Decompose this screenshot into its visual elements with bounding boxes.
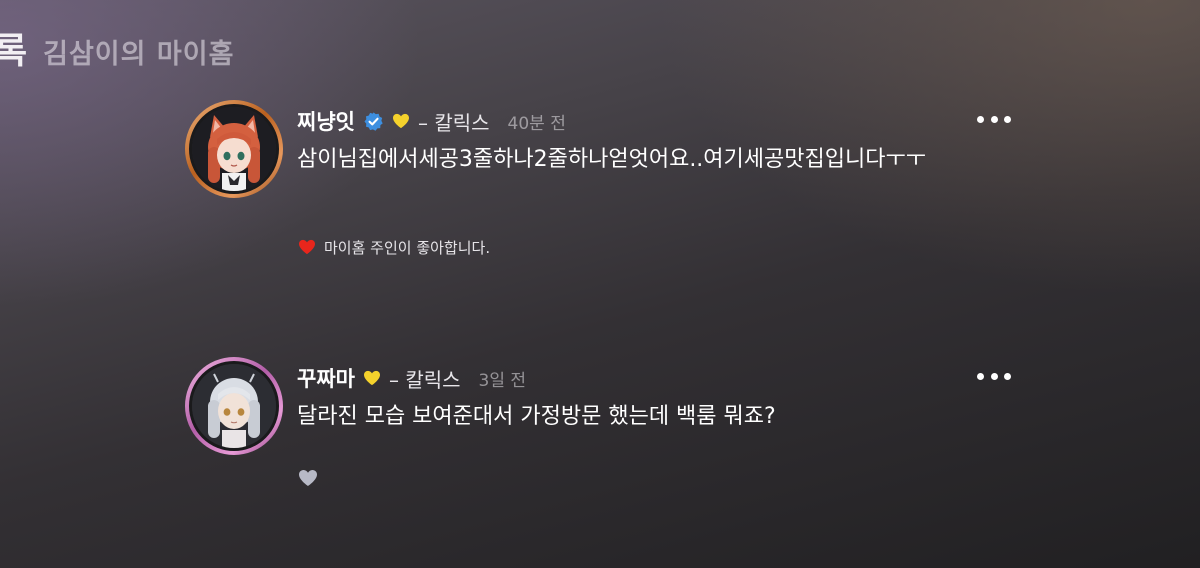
yellow-heart-icon xyxy=(363,370,381,386)
avatar-silver-hair-icon xyxy=(192,364,276,448)
comment-text: 삼이님집에서세공3줄하나2줄하나얻엇어요..여기세공맛집입니다ㅜㅜ xyxy=(297,147,926,172)
comment-time: 40분 전 xyxy=(507,113,566,134)
comment-meta: 꾸짜마 – 칼릭스 3일 전 xyxy=(297,363,526,393)
page-header: 록 김삼이의 마이홈 xyxy=(0,22,234,72)
comment-time: 3일 전 xyxy=(478,370,527,391)
liked-by-owner: 마이홈 주인이 좋아합니다. xyxy=(298,236,490,258)
comment-meta: 찌냥잇 – 칼릭스 40분 전 xyxy=(297,106,566,136)
comment-rank: – 칼릭스 xyxy=(417,110,490,135)
liked-label: 마이홈 주인이 좋아합니다. xyxy=(324,238,491,257)
more-dots-icon xyxy=(977,115,984,123)
more-options-button[interactable] xyxy=(977,112,1011,126)
comment-rank: – 칼릭스 xyxy=(388,367,461,392)
avatar-image xyxy=(189,104,279,194)
comment-text: 달라진 모습 보여준대서 가정방문 했는데 백룸 뭐죠? xyxy=(297,404,776,429)
more-dots-icon xyxy=(977,372,984,380)
avatar[interactable] xyxy=(185,100,283,198)
page-title: 김삼이의 마이홈 xyxy=(43,39,235,70)
like-button[interactable] xyxy=(298,469,318,487)
more-options-button[interactable] xyxy=(977,369,1011,383)
header-cut-text: 록 xyxy=(0,31,28,72)
gray-heart-icon xyxy=(299,470,317,486)
comment-author[interactable]: 찌냥잇 xyxy=(297,106,355,136)
red-heart-icon[interactable] xyxy=(298,239,316,255)
yellow-heart-icon xyxy=(392,113,410,129)
avatar[interactable] xyxy=(185,357,283,455)
avatar-image xyxy=(189,361,279,451)
avatar-cat-girl-icon xyxy=(192,107,276,191)
comment-author[interactable]: 꾸짜마 xyxy=(297,363,355,393)
verified-check-icon xyxy=(363,111,384,132)
